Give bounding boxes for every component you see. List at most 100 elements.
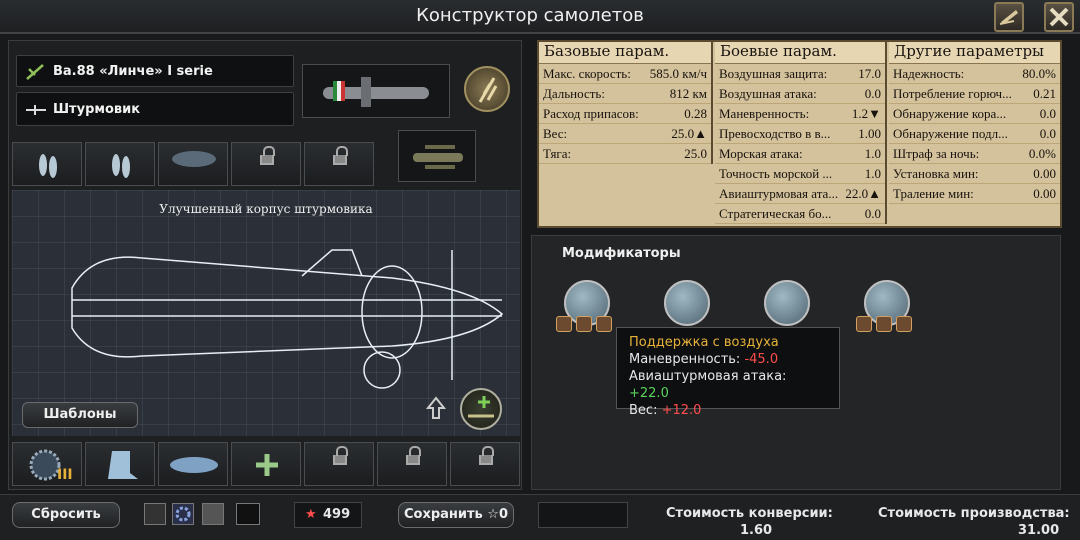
close-icon — [1049, 7, 1069, 27]
modifier-badge-icon — [896, 316, 912, 332]
stat-row: Расход припасов: 0.28 — [539, 104, 711, 124]
fuel-tank-slot[interactable] — [158, 442, 228, 486]
column-header: Боевые парам. — [715, 42, 885, 64]
plane-type-selector[interactable] — [538, 502, 628, 528]
stat-row: Обнаружение кора... 0.0 — [889, 104, 1060, 124]
add-plane-button[interactable] — [460, 388, 502, 430]
biplane-icon — [413, 145, 463, 169]
module-slot-bombs-2[interactable] — [85, 142, 155, 186]
templates-button[interactable]: Шаблоны — [22, 402, 138, 428]
stat-row: Дальность: 812 км — [539, 84, 711, 104]
armor-slot[interactable] — [85, 442, 155, 486]
modifier-badge-icon — [596, 316, 612, 332]
module-slot-locked[interactable] — [304, 442, 374, 486]
stat-row: Установка мин: 0.00 — [889, 164, 1060, 184]
modifier-badge-icon — [576, 316, 592, 332]
stat-row: Вес: 25.0▲ — [539, 124, 711, 144]
settings-button[interactable] — [172, 503, 194, 525]
combat-stats-column: Боевые парам. Воздушная защита: 17.0 Возд… — [715, 42, 887, 224]
fuel-tank-icon — [170, 457, 218, 473]
airframe-preview[interactable] — [302, 64, 450, 118]
mission-naval-strike-icon[interactable] — [664, 280, 710, 326]
airframe-label: Улучшенный корпус штурмовика — [159, 202, 373, 216]
stat-row: Штраф за ночь: 0.0% — [889, 144, 1060, 164]
blueprint-plane — [71, 249, 504, 389]
stat-row: Стратегическая бо... 0.0 — [715, 204, 885, 224]
modifier-badge-icon — [856, 316, 872, 332]
biplane-preview[interactable] — [398, 130, 476, 182]
tooltip-title: Поддержка с воздуха — [629, 335, 779, 350]
stat-row: Макс. скорость: 585.0 км/ч — [539, 64, 711, 84]
column-header: Другие параметры — [889, 42, 1060, 64]
design-name: Ba.88 «Линче» I serie — [53, 64, 213, 79]
save-button[interactable]: Сохранить ☆0 — [398, 502, 514, 528]
arrow-up-icon[interactable] — [426, 396, 446, 420]
stat-row: Траление мин: 0.00 — [889, 184, 1060, 204]
xp-star-icon: ☆ — [487, 507, 499, 522]
engine-slot[interactable]: III — [12, 442, 82, 486]
design-name-field[interactable]: Ba.88 «Линче» I serie — [16, 55, 294, 87]
variant-button[interactable] — [202, 503, 224, 525]
blueprint-view: Улучшенный корпус штурмовика Шаблоны — [12, 190, 520, 436]
modifier-badge-icon — [556, 316, 572, 332]
reset-button[interactable]: Сбросить — [12, 502, 120, 528]
production-cost-value: 31.00 — [1018, 523, 1060, 538]
wheat-icon — [478, 77, 498, 103]
bomb-icon — [112, 154, 130, 178]
stat-row: Потребление горюч... 0.21 — [889, 84, 1060, 104]
module-slot-bombs-1[interactable] — [12, 142, 82, 186]
module-slot-locked[interactable] — [231, 142, 301, 186]
variant-count[interactable] — [236, 503, 260, 525]
plane-icon — [323, 77, 429, 107]
fighter-role-icon — [26, 64, 44, 80]
tooltip-line: Авиаштурмовая атака: +22.0 — [629, 369, 787, 401]
plus-icon — [468, 396, 494, 418]
module-slot-locked[interactable] — [304, 142, 374, 186]
production-cost-label: Стоимость производства: — [878, 506, 1070, 521]
window-title: Конструктор самолетов — [416, 5, 644, 26]
close-button[interactable] — [1044, 2, 1074, 32]
module-slot-locked[interactable] — [450, 442, 520, 486]
lock-icon — [333, 446, 348, 465]
lock-icon — [479, 446, 494, 465]
stat-row: Надежность: 80.0% — [889, 64, 1060, 84]
conversion-cost-value: 1.60 — [740, 523, 773, 538]
modifiers-title: Модификаторы — [562, 246, 681, 261]
history-button[interactable] — [994, 2, 1024, 32]
stat-row: Маневренность: 1.2▼ — [715, 104, 885, 124]
gear-icon — [175, 506, 191, 522]
module-slot-locked[interactable] — [377, 442, 447, 486]
xp-counter: ★ 499 — [294, 502, 362, 528]
stats-panel: Базовые парам. Макс. скорость: 585.0 км/ч… — [537, 40, 1062, 228]
lock-icon — [260, 146, 275, 165]
base-stats-column: Базовые парам. Макс. скорость: 585.0 км/ч… — [539, 42, 713, 164]
conversion-cost-label: Стоимость конверсии: — [666, 506, 833, 521]
stat-row: Обнаружение подл... 0.0 — [889, 124, 1060, 144]
gun-pod-icon — [172, 151, 216, 167]
empty-slot[interactable] — [231, 442, 301, 486]
modifier-tooltip: Поддержка с воздуха Маневренность: -45.0… — [616, 327, 840, 418]
mission-port-strike-icon[interactable] — [764, 280, 810, 326]
lock-icon — [333, 146, 348, 165]
stat-row: Тяга: 25.0 — [539, 144, 711, 164]
modifier-badge-icon — [876, 316, 892, 332]
module-slot-gun[interactable] — [158, 142, 228, 186]
stat-row: Точность морской ... 1.0 — [715, 164, 885, 184]
upgrade-button[interactable] — [464, 66, 510, 112]
other-stats-column: Другие параметры Надежность: 80.0% Потреб… — [889, 42, 1060, 204]
column-header: Базовые парам. — [539, 42, 711, 64]
copy-button[interactable] — [144, 503, 166, 525]
stat-row: Воздушная защита: 17.0 — [715, 64, 885, 84]
seat-armor-icon — [108, 451, 138, 479]
stat-row: Авиаштурмовая ата... 22.0▲ — [715, 184, 885, 204]
engine-tier: III — [57, 467, 73, 483]
tooltip-line: Вес: +12.0 — [629, 403, 702, 418]
role-field[interactable]: Штурмовик — [16, 92, 294, 126]
bomb-icon — [39, 154, 57, 178]
stat-row: Воздушная атака: 0.0 — [715, 84, 885, 104]
stat-row: Превосходство в в... 1.00 — [715, 124, 885, 144]
history-icon — [999, 10, 1018, 25]
tooltip-line: Маневренность: -45.0 — [629, 352, 779, 367]
plus-icon — [256, 454, 278, 476]
attack-plane-icon — [26, 105, 46, 115]
